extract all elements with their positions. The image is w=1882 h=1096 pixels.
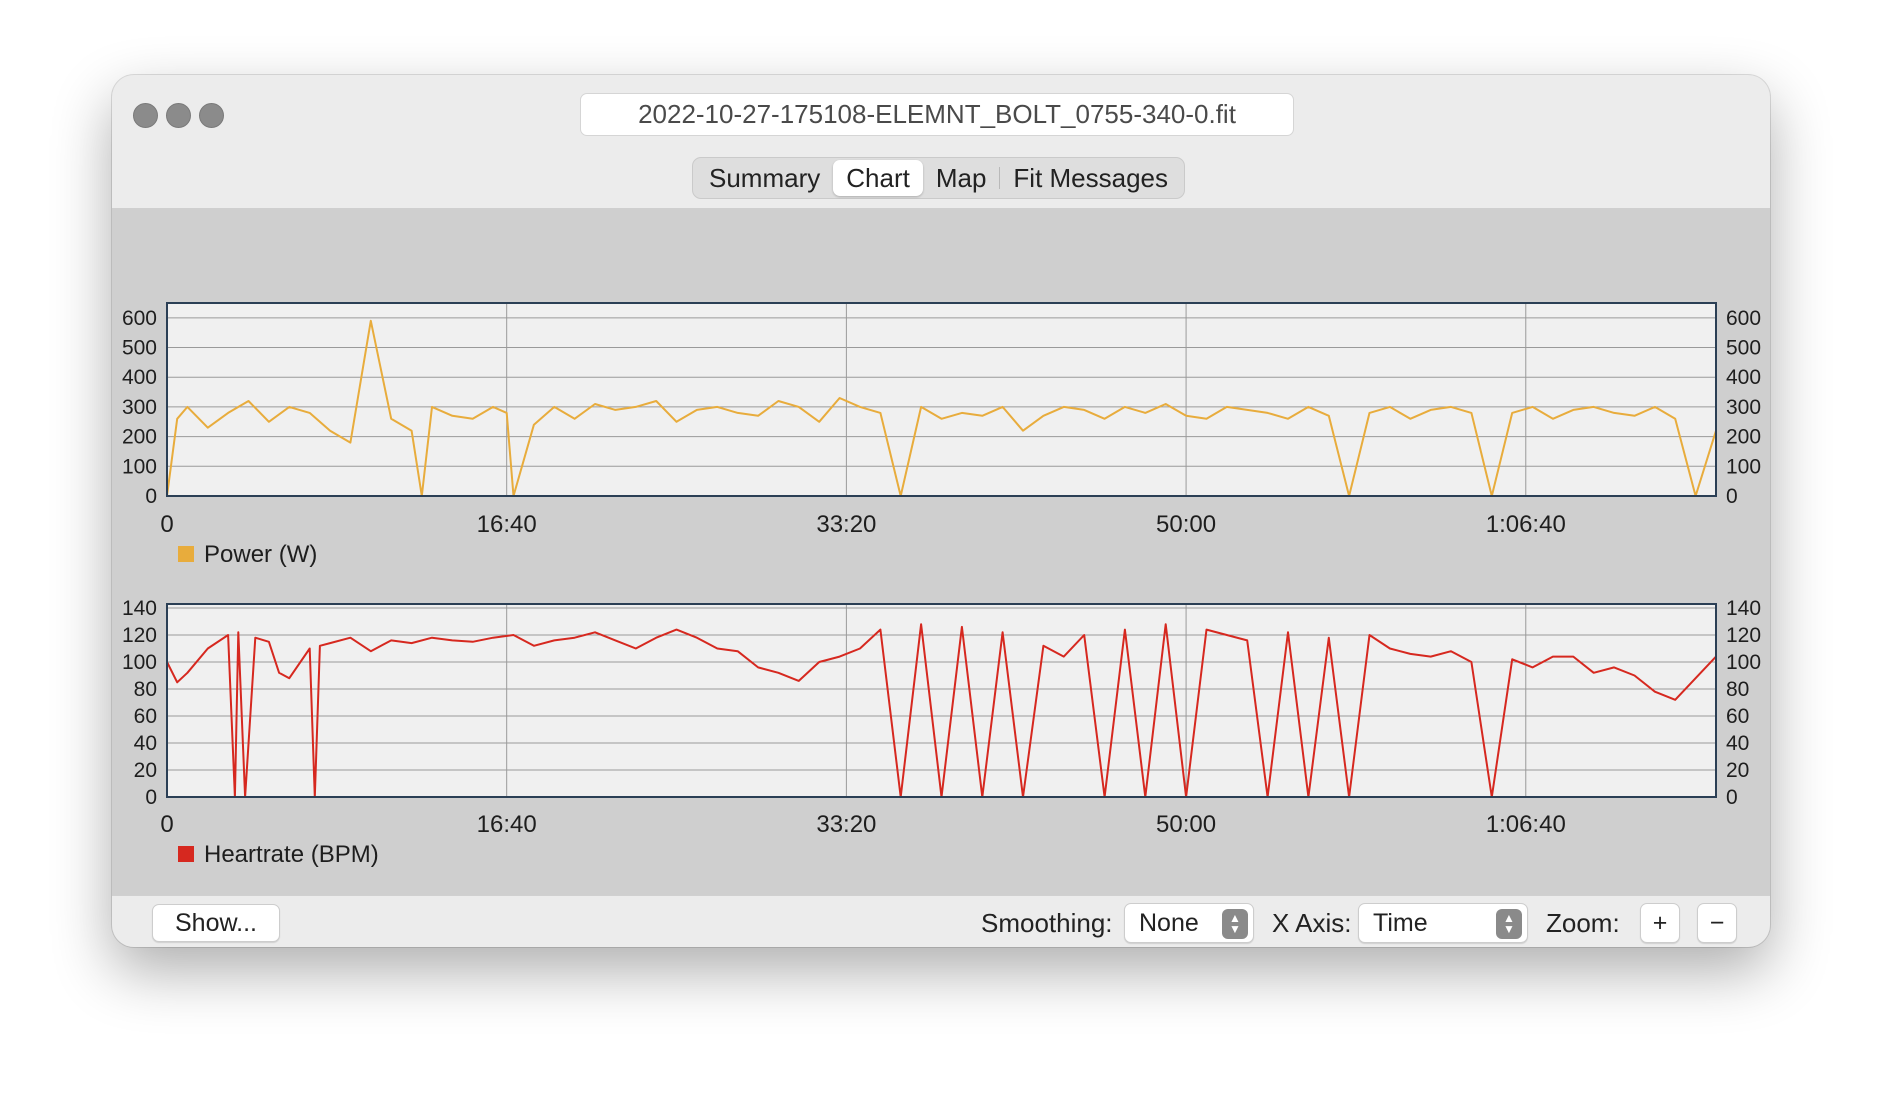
tab-chart[interactable]: Chart (833, 160, 923, 196)
chevron-up-down-icon: ▲ ▼ (1222, 909, 1248, 939)
legend-label: Heartrate (BPM) (204, 841, 379, 868)
y-tick-label-right: 600 (1726, 307, 1761, 330)
y-tick-label-left: 400 (122, 366, 157, 389)
x-tick-label: 16:40 (477, 811, 537, 838)
y-tick-label-right: 120 (1726, 624, 1761, 647)
y-tick-label-right: 400 (1726, 366, 1761, 389)
smoothing-select[interactable]: None ▲ ▼ (1124, 903, 1254, 943)
app-window: 2022-10-27-175108-ELEMNT_BOLT_0755-340-0… (112, 75, 1770, 947)
x-tick-label: 33:20 (816, 811, 876, 838)
x-tick-label: 50:00 (1156, 511, 1216, 538)
x-tick-label: 0 (160, 811, 173, 838)
y-tick-label-left: 120 (122, 624, 157, 647)
minimize-window-button[interactable] (166, 103, 191, 128)
y-tick-label-right: 500 (1726, 337, 1761, 360)
x-tick-label: 16:40 (477, 511, 537, 538)
y-tick-label-right: 100 (1726, 651, 1761, 674)
smoothing-label: Smoothing: (981, 908, 1113, 938)
y-tick-label-right: 60 (1726, 705, 1749, 728)
y-tick-label-right: 80 (1726, 678, 1749, 701)
bottom-toolbar: Show... Smoothing: None ▲ ▼ X Axis: Time … (112, 895, 1770, 947)
y-tick-label-left: 500 (122, 337, 157, 360)
chevron-up-down-icon: ▲ ▼ (1496, 909, 1522, 939)
tab-map[interactable]: Map (923, 160, 1000, 196)
smoothing-value: None (1139, 909, 1199, 937)
x-tick-label: 1:06:40 (1486, 811, 1566, 838)
y-tick-label-left: 200 (122, 426, 157, 449)
x-tick-label: 0 (160, 511, 173, 538)
y-tick-label-left: 140 (122, 597, 157, 620)
legend-swatch (178, 846, 194, 862)
legend-label: Power (W) (204, 541, 317, 568)
xaxis-label: X Axis: (1272, 908, 1352, 938)
xaxis-value: Time (1373, 909, 1428, 937)
y-tick-label-right: 40 (1726, 732, 1749, 755)
y-tick-label-right: 0 (1726, 485, 1738, 508)
tab-fit-messages[interactable]: Fit Messages (1000, 160, 1181, 196)
view-tabs: Summary Chart Map Fit Messages (692, 157, 1186, 199)
y-tick-label-left: 300 (122, 396, 157, 419)
plot-background (167, 604, 1716, 797)
plot-background (167, 303, 1716, 496)
x-tick-label: 1:06:40 (1486, 511, 1566, 538)
y-tick-label-left: 600 (122, 307, 157, 330)
zoom-label: Zoom: (1546, 908, 1620, 938)
charts-canvas: 600 600500 500400 400300 300200 200100 1000 00 1… (122, 302, 1761, 868)
y-tick-label-left: 0 (145, 485, 157, 508)
titlebar: 2022-10-27-175108-ELEMNT_BOLT_0755-340-0… (112, 75, 1770, 209)
y-tick-label-left: 40 (134, 732, 157, 755)
zoom-out-button[interactable]: − (1697, 903, 1737, 943)
close-window-button[interactable] (133, 103, 158, 128)
y-tick-label-left: 0 (145, 786, 157, 809)
y-tick-label-right: 300 (1726, 396, 1761, 419)
y-tick-label-right: 100 (1726, 455, 1761, 478)
y-tick-label-left: 80 (134, 678, 157, 701)
show-button[interactable]: Show... (152, 904, 280, 942)
y-tick-label-left: 100 (122, 651, 157, 674)
x-tick-label: 50:00 (1156, 811, 1216, 838)
window-title: 2022-10-27-175108-ELEMNT_BOLT_0755-340-0… (580, 93, 1294, 136)
y-tick-label-right: 200 (1726, 426, 1761, 449)
xaxis-select[interactable]: Time ▲ ▼ (1358, 903, 1528, 943)
y-tick-label-left: 60 (134, 705, 157, 728)
zoom-in-button[interactable]: + (1640, 903, 1680, 943)
y-tick-label-right: 0 (1726, 786, 1738, 809)
y-tick-label-left: 20 (134, 759, 157, 782)
tab-summary[interactable]: Summary (696, 160, 833, 196)
y-tick-label-right: 140 (1726, 597, 1761, 620)
chart-area[interactable]: 600 600 500 500 400 400 300 300 200 200 100 100 0 0 0 1… (112, 208, 1770, 895)
legend-swatch (178, 546, 194, 562)
y-tick-label-right: 20 (1726, 759, 1749, 782)
zoom-window-button[interactable] (199, 103, 224, 128)
x-tick-label: 33:20 (816, 511, 876, 538)
y-tick-label-left: 100 (122, 455, 157, 478)
